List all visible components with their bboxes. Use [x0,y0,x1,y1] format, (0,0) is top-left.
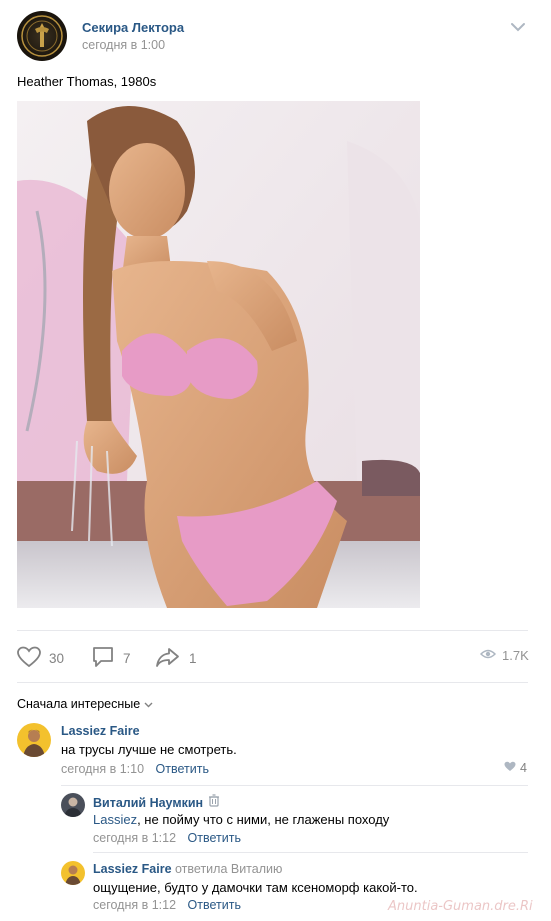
share-count: 1 [189,651,197,666]
sort-label: Сначала интересные [17,697,141,711]
comment-time[interactable]: сегодня в 1:12 [93,898,176,912]
comment-author[interactable]: Lassiez Faire [61,724,140,738]
post-author[interactable]: Секира Лектора [82,20,184,35]
reply-button[interactable]: Ответить [156,762,209,776]
comment-like-button[interactable]: 4 [504,761,527,775]
like-count: 30 [49,651,65,666]
divider [17,630,528,631]
share-button[interactable]: 1 [155,646,197,671]
comments-sort-dropdown[interactable]: Сначала интересные [17,697,153,711]
post-photo[interactable] [17,101,420,608]
comment-time[interactable]: сегодня в 1:10 [61,762,144,776]
commenter-avatar[interactable] [61,793,85,817]
comment-time[interactable]: сегодня в 1:12 [93,831,176,845]
heart-icon [504,761,516,775]
divider [93,852,528,853]
comment-author[interactable]: Lassiez Faire [93,862,172,876]
reply-to-label[interactable]: ответила Виталию [175,862,282,876]
chevron-down-icon [144,697,153,711]
post-text: Heather Thomas, 1980s [17,74,157,89]
chevron-down-icon[interactable] [510,20,526,38]
community-avatar[interactable] [17,11,67,61]
comment-text: на трусы лучше не смотреть. [61,742,237,757]
divider [61,785,528,786]
views-counter: 1.7K [479,648,529,663]
comment-text: , не пойму что с ними, не глажены походу [137,812,390,827]
comment-author[interactable]: Виталий Наумкин [93,796,203,810]
view-count: 1.7K [502,648,529,663]
heart-icon [17,646,41,671]
commenter-avatar[interactable] [17,723,51,757]
trash-icon [208,794,220,812]
commenter-avatar[interactable] [61,861,85,885]
like-button[interactable]: 30 [17,646,64,671]
comment-text-row: Lassiez, не пойму что с ними, не глажены… [93,812,389,827]
share-arrow-icon [155,646,181,671]
comment-count: 7 [123,651,131,666]
reply-button[interactable]: Ответить [188,831,241,845]
comment-bubble-icon [91,646,115,671]
reply-button[interactable]: Ответить [188,898,241,912]
watermark: Anuntia-Guman.dre.Ri [388,899,533,914]
post-time[interactable]: сегодня в 1:00 [82,38,165,52]
eye-icon [479,648,497,663]
comment-like-count: 4 [520,761,527,775]
comment-button[interactable]: 7 [91,646,131,671]
mention-link[interactable]: Lassiez [93,812,137,827]
comment-text: ощущение, будто у дамочки там ксеноморф … [93,880,418,895]
divider [17,682,528,683]
